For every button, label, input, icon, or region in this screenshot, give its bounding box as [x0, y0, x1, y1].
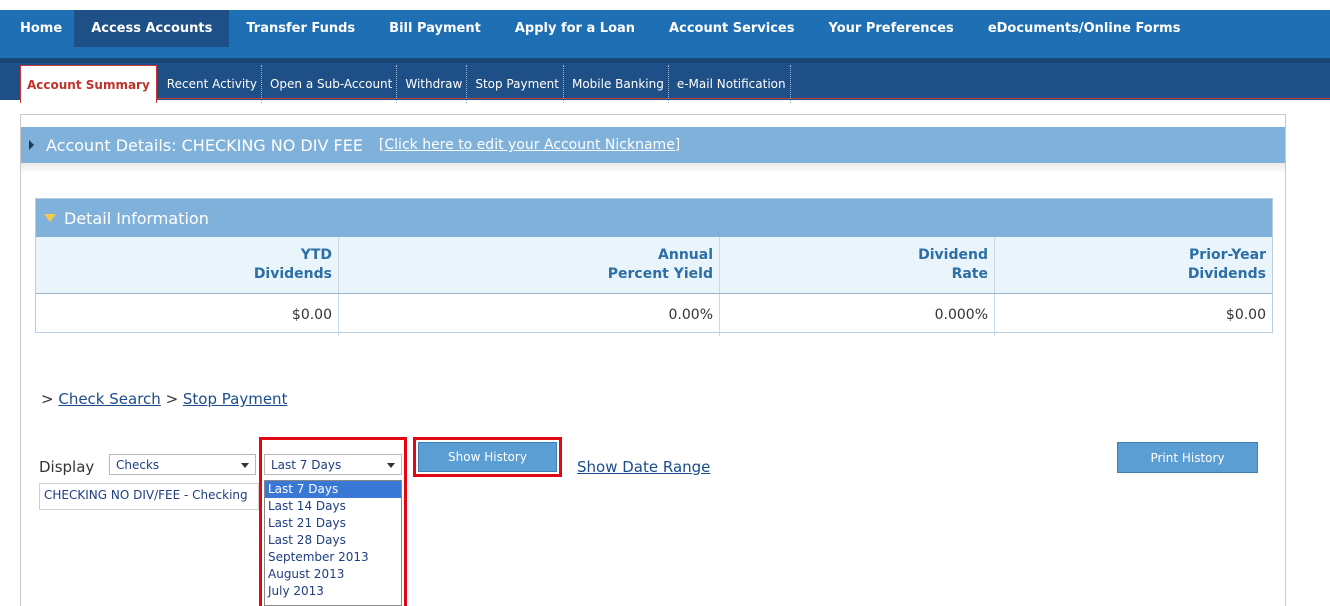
main-tabs: Home Access Accounts Transfer Funds Bill… [0, 10, 1197, 47]
subtab-account-summary[interactable]: Account Summary [20, 65, 157, 103]
chevron-down-icon [241, 463, 249, 468]
highlight-box-show-history [413, 437, 562, 477]
subtab-recent-activity[interactable]: Recent Activity [163, 65, 262, 103]
annual-percent-yield-value: 0.00% [338, 293, 720, 336]
tab-home[interactable]: Home [0, 10, 74, 47]
col-annual-percent-yield: Annual Percent Yield [338, 237, 720, 294]
subtab-email-notification[interactable]: e-Mail Notification [673, 65, 791, 103]
breadcrumb-separator: > [41, 390, 59, 408]
col-prior-line2: Dividends [1187, 266, 1266, 282]
detail-information-box: Detail Information YTD Dividends Annual Pe… [35, 198, 1273, 336]
ytd-dividends-value: $0.00 [36, 293, 339, 336]
dividend-rate-value: 0.000% [719, 293, 995, 336]
detail-information-header[interactable]: Detail Information [36, 199, 1272, 237]
subtab-stop-payment[interactable]: Stop Payment [471, 65, 564, 103]
col-rate-line1: Dividend [918, 247, 988, 263]
account-option[interactable]: CHECKING NO DIV/FEE - Checking [39, 483, 259, 510]
top-white-strip [0, 0, 1330, 10]
tab-bill-payment[interactable]: Bill Payment [372, 10, 498, 47]
expand-arrow-icon[interactable] [29, 140, 34, 150]
breadcrumb-separator-2: > [160, 390, 183, 408]
detail-table: YTD Dividends Annual Percent Yield Dividen… [36, 237, 1272, 336]
account-details-title: Account Details: CHECKING NO DIV FEE [46, 135, 363, 155]
detail-header-row: YTD Dividends Annual Percent Yield Dividen… [36, 237, 1272, 294]
edit-nickname-link[interactable]: [Click here to edit your Account Nicknam… [379, 137, 680, 153]
col-apy-line1: Annual [658, 247, 713, 263]
tab-edocuments[interactable]: eDocuments/Online Forms [971, 10, 1198, 47]
tab-apply-for-loan[interactable]: Apply for a Loan [498, 10, 652, 47]
tab-transfer-funds[interactable]: Transfer Funds [229, 10, 372, 47]
subtab-mobile-banking[interactable]: Mobile Banking [568, 65, 669, 103]
display-type-value: Checks [116, 457, 160, 472]
col-prior-year-dividends: Prior-Year Dividends [994, 237, 1272, 294]
col-ytd-line2: Dividends [253, 266, 332, 282]
check-search-link[interactable]: Check Search [58, 390, 160, 408]
display-label: Display [39, 458, 95, 476]
show-date-range-link[interactable]: Show Date Range [577, 458, 710, 476]
subtab-open-sub-account[interactable]: Open a Sub-Account [266, 65, 398, 103]
col-apy-line2: Percent Yield [607, 266, 713, 282]
account-bar-shadow [21, 163, 1285, 173]
subnav-shade [0, 58, 1330, 63]
detail-value-row: $0.00 0.00% 0.000% $0.00 [36, 293, 1272, 336]
col-ytd-line1: YTD [300, 247, 332, 263]
col-ytd-dividends: YTD Dividends [36, 237, 339, 294]
collapse-triangle-icon [44, 214, 56, 222]
account-panel: Account Details: CHECKING NO DIV FEE [Cl… [20, 114, 1286, 606]
col-prior-line1: Prior-Year [1189, 247, 1266, 263]
prior-year-dividends-value: $0.00 [1225, 307, 1266, 323]
col-rate-line2: Rate [951, 266, 988, 282]
display-type-select[interactable]: Checks [109, 454, 256, 475]
detail-information-title: Detail Information [64, 208, 209, 228]
print-history-button[interactable]: Print History [1117, 442, 1258, 473]
tab-access-accounts[interactable]: Access Accounts [74, 10, 230, 47]
tab-your-preferences[interactable]: Your Preferences [811, 10, 970, 47]
breadcrumb: > Check Search > Stop Payment [41, 390, 287, 408]
account-details-bar: Account Details: CHECKING NO DIV FEE [Cl… [21, 127, 1285, 163]
tab-account-services[interactable]: Account Services [652, 10, 811, 47]
stop-payment-link[interactable]: Stop Payment [183, 390, 288, 408]
subtab-withdraw[interactable]: Withdraw [401, 65, 468, 103]
highlight-box-period [259, 437, 407, 606]
sub-tabs: Account Summary Recent Activity Open a S… [20, 65, 795, 103]
col-dividend-rate: Dividend Rate [719, 237, 995, 294]
